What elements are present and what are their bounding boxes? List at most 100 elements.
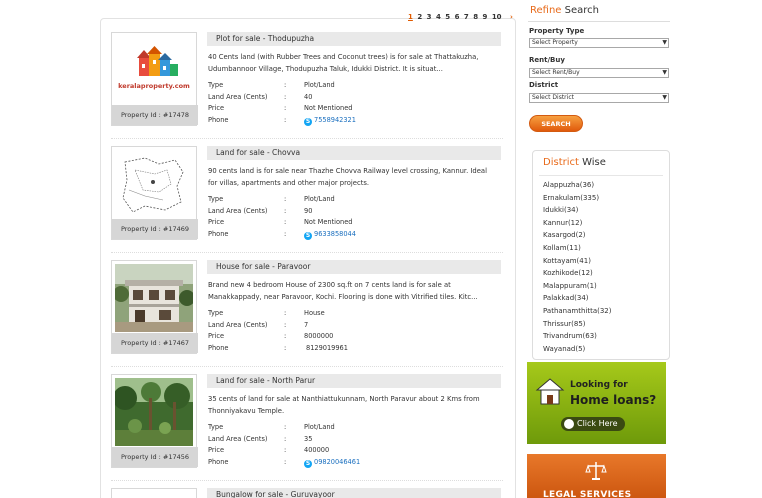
refine-divider [528, 21, 670, 22]
page-link-8[interactable]: 8 [473, 13, 478, 21]
listing-thumbnail[interactable]: Property Id : #17469 [111, 146, 198, 240]
phone-value[interactable]: 7558942321 [314, 116, 356, 124]
listing-divider [111, 480, 503, 481]
property-id: Property Id : #17456 [112, 447, 198, 467]
listing-thumbnail[interactable]: Property Id : #17467 [111, 260, 198, 354]
listing-card: Property Id : #17469 Land for sale - Cho… [111, 146, 503, 258]
district-link-palakkad[interactable]: Palakkad(34) [543, 292, 612, 305]
listing-card: Bungalow for sale - Guruvayoor [111, 488, 503, 498]
district-link-kannur[interactable]: Kannur(12) [543, 217, 612, 230]
district-link-idukki[interactable]: Idukki(34) [543, 204, 612, 217]
district-link-malappuram[interactable]: Malappuram(1) [543, 280, 612, 293]
search-button[interactable]: SEARCH [529, 115, 583, 132]
pagination: 1 2 3 4 5 6 7 8 9 10 › [408, 13, 515, 21]
refine-search-title: Refine Search [530, 5, 599, 16]
page-link-10[interactable]: 10 [492, 13, 502, 21]
listing-fields: Type: Plot/Land Land Area (Cents):90 Pric… [208, 195, 356, 240]
page-link-7[interactable]: 7 [464, 13, 469, 21]
phone-label: Phone [208, 343, 229, 352]
listing-fields: Type: House Land Area (Cents):7 Price:800… [208, 308, 498, 354]
district-link-ernakulam[interactable]: Ernakulam(335) [543, 192, 612, 205]
listing-title[interactable]: Land for sale - North Parur [207, 374, 501, 388]
district-link-kollam[interactable]: Kollam(11) [543, 242, 612, 255]
phone-value[interactable]: 09820046461 [314, 458, 360, 466]
property-type-label: Property Type [529, 27, 585, 35]
page-link-1[interactable]: 1 [408, 13, 413, 21]
rent-buy-label: Rent/Buy [529, 56, 565, 64]
click-here-button[interactable]: Click Here [561, 417, 625, 431]
district-link-trivandrum[interactable]: Trivandrum(63) [543, 330, 612, 343]
district-label: District [529, 81, 559, 89]
district-wise-panel: District Wise Alappuzha(36) Ernakulam(33… [532, 150, 670, 360]
type-value: House [304, 309, 325, 317]
home-loans-line1: Looking for [570, 380, 628, 390]
skype-icon[interactable]: S [304, 231, 312, 240]
house-icon [535, 378, 565, 405]
home-loans-line2: Home loans? [570, 393, 657, 407]
district-link-thrissur[interactable]: Thrissur(85) [543, 318, 612, 331]
district-link-pathanamthitta[interactable]: Pathanamthitta(32) [543, 305, 612, 318]
price-value: Not Mentioned [304, 104, 353, 112]
listing-thumbnail[interactable] [111, 488, 197, 498]
page-link-4[interactable]: 4 [436, 13, 441, 21]
phone-label: Phone [208, 115, 229, 124]
district-link-kottayam[interactable]: Kottayam(41) [543, 255, 612, 268]
page-link-5[interactable]: 5 [445, 13, 450, 21]
listing-divider [111, 252, 503, 253]
page-link-2[interactable]: 2 [417, 13, 422, 21]
rent-buy-select[interactable]: Select Rent/Buy ▼ [529, 68, 669, 78]
phone-label: Phone [208, 457, 229, 466]
page-link-9[interactable]: 9 [483, 13, 488, 21]
legal-services-text: LEGAL SERVICES [543, 490, 632, 498]
listing-thumbnail[interactable]: keralaproperty.com Property Id : #17478 [111, 32, 198, 126]
listing-title[interactable]: Bungalow for sale - Guruvayoor [207, 488, 501, 498]
district-wise-divider [539, 175, 663, 176]
property-type-select[interactable]: Select Property ▼ [529, 38, 669, 48]
type-value: Plot/Land [304, 81, 335, 89]
phone-value[interactable]: 9633858044 [314, 230, 356, 238]
district-wise-title: District Wise [543, 157, 606, 168]
land-area-label: Land Area (Cents) [208, 206, 268, 215]
next-page-icon[interactable]: › [510, 13, 513, 21]
listing-card: keralaproperty.com Property Id : #17478 … [111, 32, 503, 144]
listing-fields: Type: Plot/Land Land Area (Cents):40 Pric… [208, 81, 356, 126]
legal-services-banner[interactable]: LEGAL SERVICES [527, 454, 666, 498]
listing-thumbnail[interactable]: Property Id : #17456 [111, 374, 198, 468]
listing-card: Property Id : #17456 Land for sale - Nor… [111, 374, 503, 486]
page-link-3[interactable]: 3 [427, 13, 432, 21]
district-link-wayanad[interactable]: Wayanad(5) [543, 343, 612, 356]
district-select[interactable]: Select District ▼ [529, 93, 669, 103]
property-id: Property Id : #17469 [112, 219, 198, 239]
listing-card: Property Id : #17467 House for sale - Pa… [111, 260, 503, 372]
listing-description: Brand new 4 bedroom House of 2300 sq.ft … [208, 281, 478, 301]
house-photo [115, 264, 193, 332]
type-label: Type [208, 195, 224, 203]
land-area-label: Land Area (Cents) [208, 320, 268, 329]
listing-title[interactable]: House for sale - Paravoor [207, 260, 501, 274]
district-link-kozhikode[interactable]: Kozhikode(12) [543, 267, 612, 280]
price-value: 8000000 [304, 332, 334, 340]
district-list: Alappuzha(36) Ernakulam(335) Idukki(34) … [543, 179, 612, 355]
district-link-alappuzha[interactable]: Alappuzha(36) [543, 179, 612, 192]
chevron-down-icon: ▼ [662, 69, 667, 76]
skype-icon[interactable]: S [304, 459, 312, 468]
price-label: Price [208, 218, 225, 226]
type-label: Type [208, 309, 224, 317]
listing-title[interactable]: Land for sale - Chovva [207, 146, 501, 160]
listing-title[interactable]: Plot for sale - Thodupuzha [207, 32, 501, 46]
phone-label: Phone [208, 229, 229, 238]
district-link-kasargod[interactable]: Kasargod(2) [543, 229, 612, 242]
phone-value[interactable]: 8129019961 [306, 343, 348, 355]
home-loans-banner[interactable]: Looking for Home loans? Click Here [527, 362, 666, 444]
listing-description: 35 cents of land for sale at Nanthiattuk… [208, 395, 480, 415]
price-value: 400000 [304, 446, 330, 454]
listing-divider [111, 366, 503, 367]
listing-description: 40 Cents land (with Rubber Trees and Coc… [208, 53, 479, 73]
property-id: Property Id : #17467 [112, 333, 198, 353]
houses-logo-icon [137, 46, 178, 76]
page-link-6[interactable]: 6 [455, 13, 460, 21]
chevron-down-icon: ▼ [662, 94, 667, 101]
type-label: Type [208, 423, 224, 431]
skype-icon[interactable]: S [304, 117, 312, 126]
price-label: Price [208, 104, 225, 112]
